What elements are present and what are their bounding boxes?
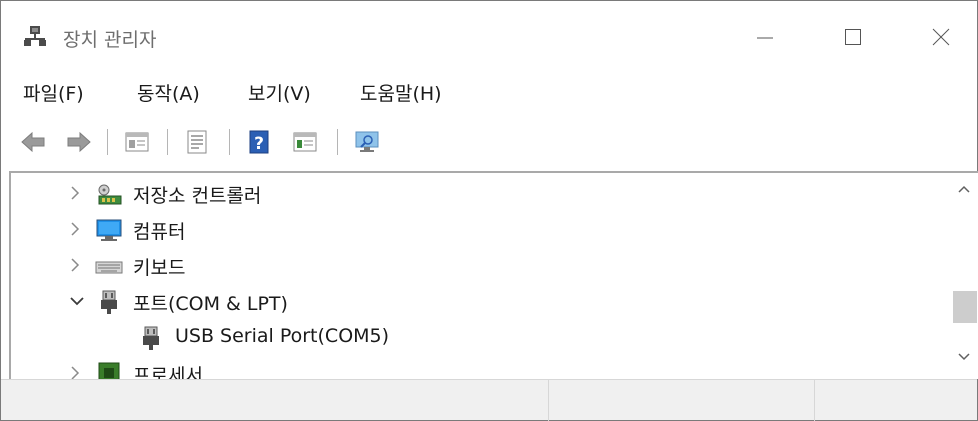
close-button[interactable] (921, 17, 961, 57)
menu-file[interactable]: 파일(F) (23, 79, 84, 106)
status-pane-secondary (549, 380, 815, 421)
tree-item-label: 키보드 (133, 257, 186, 279)
properties-icon[interactable] (183, 128, 211, 156)
menu-bar: 파일(F) 동작(A) 보기(V) 도움말(H) (1, 71, 977, 111)
tree-item-computer[interactable]: 컴퓨터 (11, 213, 951, 247)
chevron-right-icon[interactable] (67, 364, 83, 379)
window-title: 장치 관리자 (63, 29, 157, 51)
device-manager-window: 장치 관리자 파일(F) 동작(A) 보기(V) 도움말(H) ? 저장소 컨트… (0, 0, 978, 421)
tree-item-label: 컴퓨터 (133, 221, 186, 243)
tree-item-label: 포트(COM & LPT) (133, 293, 288, 315)
scroll-up-arrow-icon[interactable] (951, 177, 977, 201)
chevron-right-icon[interactable] (67, 184, 83, 202)
tree-item-processors[interactable]: 프로세서 (11, 357, 951, 379)
tree-item-storage-controllers[interactable]: 저장소 컨트롤러 (11, 177, 951, 211)
back-arrow-icon[interactable] (19, 128, 47, 156)
forward-arrow-icon[interactable] (65, 128, 93, 156)
toolbar-separator (337, 129, 338, 155)
chevron-down-icon[interactable] (69, 292, 85, 310)
toolbar-separator (107, 129, 108, 155)
port-plug-icon (101, 290, 117, 314)
chevron-right-icon[interactable] (67, 256, 83, 274)
device-tree[interactable]: 저장소 컨트롤러 컴퓨터 키보드 포트(COM & LPT) USB Seria… (11, 173, 957, 379)
device-tree-pane: 저장소 컨트롤러 컴퓨터 키보드 포트(COM & LPT) USB Seria… (9, 171, 978, 379)
help-icon[interactable]: ? (245, 128, 273, 156)
scroll-down-arrow-icon[interactable] (951, 345, 977, 369)
scrollbar-thumb[interactable] (953, 291, 977, 323)
scan-hardware-icon[interactable] (353, 128, 381, 156)
title-bar[interactable]: 장치 관리자 (1, 1, 977, 69)
menu-help[interactable]: 도움말(H) (360, 79, 442, 106)
tree-item-label: 프로세서 (133, 365, 203, 379)
processor-chip-icon (98, 362, 120, 379)
computer-monitor-icon (96, 219, 122, 241)
update-driver-icon[interactable] (291, 128, 319, 156)
port-plug-icon (143, 326, 159, 350)
toolbar-separator (167, 129, 168, 155)
svg-text:?: ? (254, 134, 264, 154)
tree-item-keyboards[interactable]: 키보드 (11, 249, 951, 283)
minimize-button[interactable] (745, 17, 785, 57)
menu-view[interactable]: 보기(V) (248, 79, 311, 106)
tree-item-label: USB Serial Port(COM5) (175, 325, 390, 347)
status-pane-main (1, 380, 549, 421)
vertical-scrollbar[interactable] (951, 173, 977, 379)
tree-item-usb-serial-port[interactable]: USB Serial Port(COM5) (11, 321, 951, 355)
show-hide-tree-icon[interactable] (123, 128, 151, 156)
toolbar-separator (229, 129, 230, 155)
tree-item-ports[interactable]: 포트(COM & LPT) (11, 285, 951, 319)
storage-controller-icon (98, 184, 122, 205)
toolbar: ? (1, 119, 977, 165)
menu-action[interactable]: 동작(A) (137, 79, 200, 106)
status-bar (1, 379, 977, 421)
maximize-button[interactable] (833, 17, 873, 57)
status-pane-tertiary (815, 380, 977, 421)
tree-item-label: 저장소 컨트롤러 (133, 185, 262, 207)
device-manager-app-icon (24, 26, 46, 46)
keyboard-icon (95, 261, 123, 274)
chevron-right-icon[interactable] (67, 220, 83, 238)
